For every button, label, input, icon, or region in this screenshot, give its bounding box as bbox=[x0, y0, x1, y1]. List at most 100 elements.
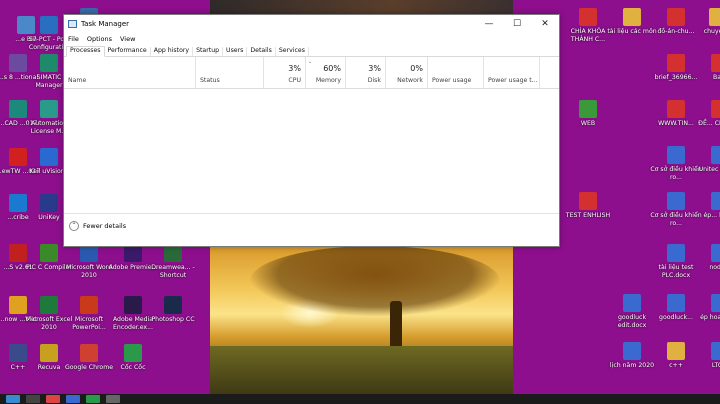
shortcut-icon bbox=[711, 54, 720, 72]
minimize-button[interactable]: — bbox=[475, 15, 503, 32]
tab-processes[interactable]: Processes bbox=[66, 46, 105, 57]
tab-performance[interactable]: Performance bbox=[105, 47, 151, 56]
desktop-shortcut[interactable]: TEST ENHLISH bbox=[562, 192, 614, 220]
desktop-shortcut[interactable]: ép hoa ok.xx bbox=[694, 294, 720, 322]
column-name-label: Name bbox=[68, 77, 87, 84]
desktop-shortcut[interactable]: Dreamwea... - Shortcut bbox=[147, 244, 199, 279]
menu-view[interactable]: View bbox=[120, 35, 135, 43]
window-title: Task Manager bbox=[81, 19, 130, 28]
cpu-percent: 3% bbox=[288, 64, 301, 73]
shortcut-icon bbox=[667, 342, 685, 360]
task-manager-window[interactable]: Task Manager — ☐ ✕ File Options View Pro… bbox=[63, 14, 560, 247]
shortcut-label: Photoshop CC bbox=[151, 316, 195, 323]
column-power-usage[interactable]: Power usage bbox=[428, 57, 484, 89]
shortcut-icon bbox=[667, 192, 685, 210]
task-manager-icon bbox=[68, 19, 77, 28]
shortcut-icon bbox=[711, 342, 720, 360]
column-status-label: Status bbox=[200, 77, 220, 84]
footer: ⌃ Fewer details bbox=[64, 213, 559, 237]
shortcut-icon bbox=[40, 194, 58, 212]
column-disk[interactable]: 3% Disk bbox=[346, 57, 386, 89]
taskbar-app-icon[interactable] bbox=[86, 395, 100, 403]
taskbar-app-icon[interactable] bbox=[26, 395, 40, 403]
column-network-label: Network bbox=[397, 77, 423, 84]
maximize-button[interactable]: ☐ bbox=[503, 15, 531, 32]
shortcut-icon bbox=[711, 294, 720, 312]
shortcut-icon bbox=[667, 54, 685, 72]
shortcut-label: node... bbox=[709, 264, 720, 271]
desktop-shortcut[interactable]: chuyên... bbox=[692, 8, 720, 36]
desktop-shortcut[interactable]: node... bbox=[694, 244, 720, 272]
shortcut-icon bbox=[40, 54, 58, 72]
desktop-shortcut[interactable]: ĐỀ... CHUYÊ... bbox=[694, 100, 720, 128]
chevron-up-icon[interactable]: ⌃ bbox=[69, 220, 79, 231]
field-ground bbox=[210, 346, 513, 394]
sort-arrow-icon: ⌄ bbox=[308, 59, 313, 65]
taskbar-app-icon[interactable] bbox=[66, 395, 80, 403]
tab-app-history[interactable]: App history bbox=[151, 47, 194, 56]
shortcut-label: Unitec Expo... bbox=[698, 166, 720, 173]
menu-file[interactable]: File bbox=[68, 35, 79, 43]
shortcut-icon bbox=[40, 16, 58, 34]
taskbar-app-icon[interactable] bbox=[46, 395, 60, 403]
taskbar bbox=[0, 394, 720, 404]
column-disk-label: Disk bbox=[367, 77, 381, 84]
shortcut-icon bbox=[40, 244, 58, 262]
close-button[interactable]: ✕ bbox=[531, 15, 559, 32]
column-memory[interactable]: ⌄ 60% Memory bbox=[306, 57, 346, 89]
title-bar[interactable]: Task Manager — ☐ ✕ bbox=[64, 15, 559, 32]
shortcut-icon bbox=[667, 100, 685, 118]
column-name[interactable]: Name bbox=[64, 57, 196, 89]
column-power-trend-label: Power usage t... bbox=[488, 77, 538, 84]
desktop-shortcut[interactable]: Unitec Expo... bbox=[694, 146, 720, 174]
shortcut-icon bbox=[124, 344, 142, 362]
shortcut-icon bbox=[667, 294, 685, 312]
desktop-shortcut[interactable]: Cốc Cốc bbox=[107, 344, 159, 372]
desktop-shortcut[interactable]: ép... hoa... bbox=[694, 192, 720, 220]
shortcut-icon bbox=[711, 146, 720, 164]
tab-startup[interactable]: Startup bbox=[193, 47, 224, 56]
desktop-shortcut[interactable]: Ba... bbox=[694, 54, 720, 82]
process-list[interactable] bbox=[64, 89, 559, 213]
column-cpu-label: CPU bbox=[288, 77, 301, 84]
shortcut-icon bbox=[623, 294, 641, 312]
fewer-details-link[interactable]: Fewer details bbox=[83, 222, 126, 230]
column-status[interactable]: Status bbox=[196, 57, 264, 89]
shortcut-icon bbox=[40, 100, 58, 118]
shortcut-icon bbox=[579, 8, 597, 26]
shortcut-label: chuyên... bbox=[703, 28, 720, 35]
shortcut-icon bbox=[40, 296, 58, 314]
shortcut-label: ép... hoa... bbox=[703, 212, 720, 219]
column-power-label: Power usage bbox=[432, 77, 472, 84]
desktop-shortcut[interactable]: Photoshop CC bbox=[147, 296, 199, 324]
shortcut-icon bbox=[124, 296, 142, 314]
taskbar-app-icon[interactable] bbox=[106, 395, 120, 403]
column-power-trend[interactable]: Power usage t... bbox=[484, 57, 540, 89]
shortcut-icon bbox=[711, 244, 720, 262]
shortcut-icon bbox=[711, 192, 720, 210]
shortcut-label: TEST ENHLISH bbox=[565, 212, 611, 219]
column-header-row: Name Status 3% CPU ⌄ 60% Memory 3% Disk … bbox=[64, 57, 559, 89]
tab-details[interactable]: Details bbox=[247, 47, 276, 56]
shortcut-label: Cốc Cốc bbox=[120, 364, 146, 371]
shortcut-icon bbox=[623, 8, 641, 26]
shortcut-label: LTC... bbox=[711, 362, 720, 369]
desktop-shortcut[interactable]: LTC... bbox=[694, 342, 720, 370]
shortcut-icon bbox=[623, 342, 641, 360]
tab-users[interactable]: Users bbox=[223, 47, 248, 56]
shortcut-icon bbox=[579, 100, 597, 118]
column-network[interactable]: 0% Network bbox=[386, 57, 428, 89]
shortcut-label: Dreamwea... - Shortcut bbox=[151, 264, 195, 279]
shortcut-icon bbox=[164, 296, 182, 314]
menu-options[interactable]: Options bbox=[87, 35, 112, 43]
tab-services[interactable]: Services bbox=[276, 47, 309, 56]
tab-bar: Processes Performance App history Startu… bbox=[64, 45, 559, 57]
start-icon[interactable] bbox=[6, 395, 20, 403]
shortcut-label: Ba... bbox=[713, 74, 720, 81]
column-cpu[interactable]: 3% CPU bbox=[264, 57, 306, 89]
wallpaper-photo bbox=[210, 246, 513, 394]
shortcut-icon bbox=[40, 344, 58, 362]
desktop-shortcut[interactable]: WEB bbox=[562, 100, 614, 128]
shortcut-icon bbox=[579, 192, 597, 210]
memory-percent: 60% bbox=[323, 64, 341, 73]
